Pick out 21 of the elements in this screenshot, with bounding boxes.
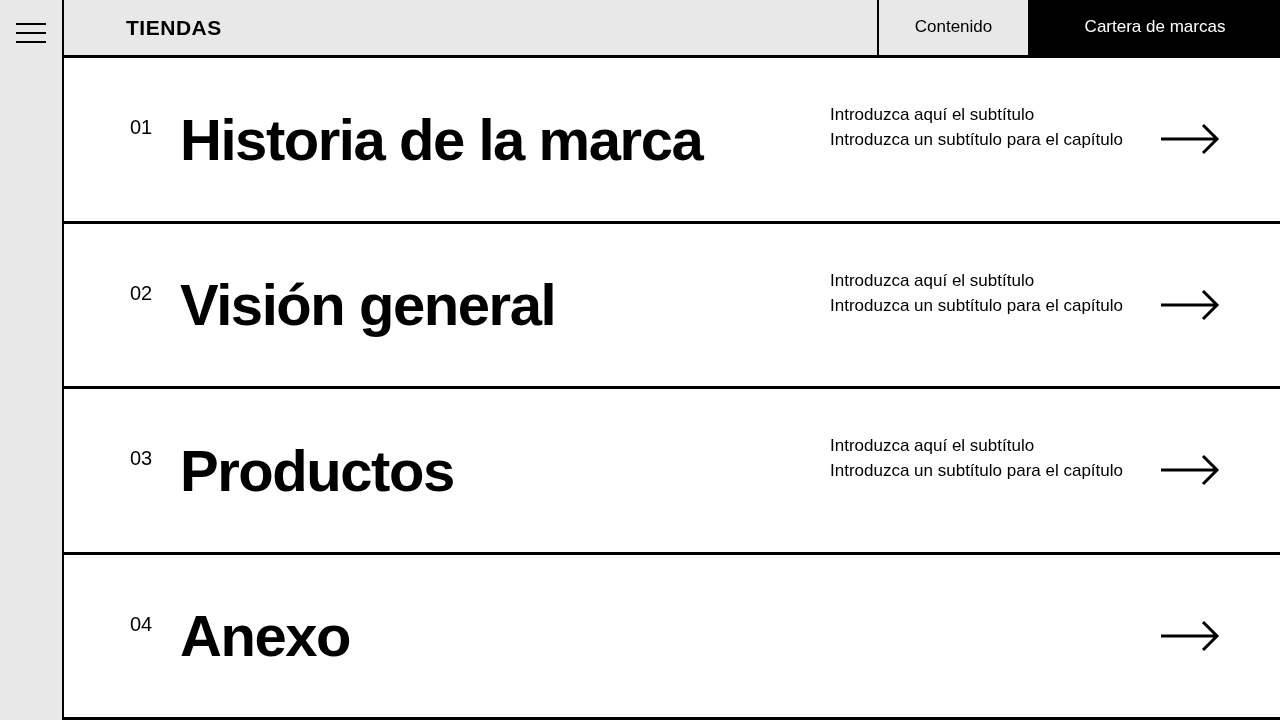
chapter-number: 04 [130,611,154,637]
chapter-title: Historia de la marca [180,105,705,174]
chapter-subtitle: Introduzca aquí el subtítulo [830,269,1036,292]
chapter-subtitle: Introduzca un subtítulo para el capítulo [830,294,1124,317]
chapter-title: Productos [180,436,455,505]
chapter-number: 01 [130,115,154,140]
chapter-title: Visión general [180,271,557,340]
nav-tab[interactable]: Cartera de marcas [1028,0,1280,55]
arrow-right-icon[interactable] [1160,288,1220,321]
brand-logo: TIENDAS [126,14,222,41]
chapter-number: 02 [130,280,154,306]
chapter-subtitle: Introduzca un subtítulo para el capítulo [830,460,1124,483]
chapter-subtitle: Introduzca aquí el subtítulo [830,104,1036,127]
chapter-subtitle: Introduzca aquí el subtítulo [830,435,1036,458]
arrow-right-icon[interactable] [1160,619,1220,652]
chapter-number: 03 [130,446,154,471]
arrow-right-icon[interactable] [1160,454,1220,487]
chapter-title: Anexo [180,602,351,671]
menu-icon[interactable] [15,22,47,44]
arrow-right-icon[interactable] [1160,123,1220,156]
chapter-subtitle: Introduzca un subtítulo para el capítulo [830,129,1124,152]
